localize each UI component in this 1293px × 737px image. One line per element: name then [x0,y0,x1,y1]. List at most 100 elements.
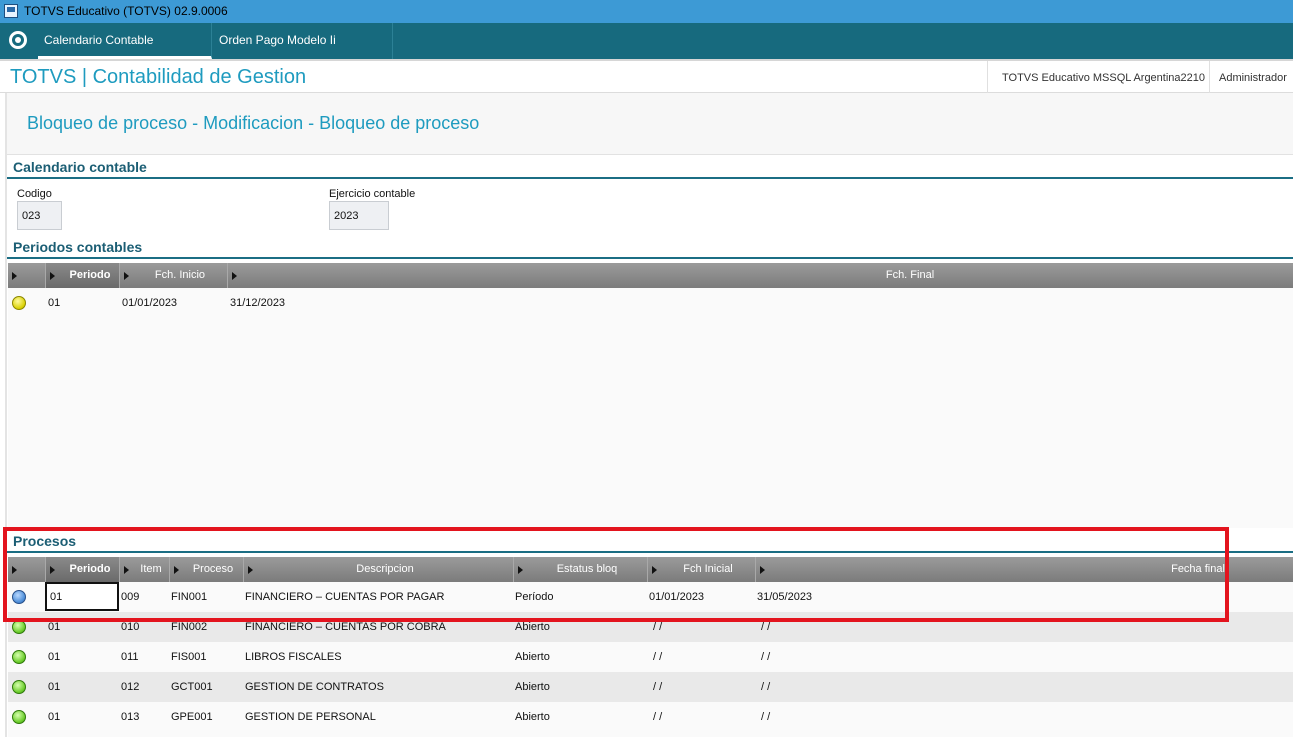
sort-arrow-icon [174,566,179,574]
cell-periodo: 01 [48,621,61,633]
section-title-procesos: Procesos [13,533,77,549]
cell-estatus: Abierto [515,651,550,663]
cell-periodo: 01 [50,591,63,603]
tab-orden-pago[interactable]: Orden Pago Modelo Ii [02.9.0006]× [213,23,393,81]
cell-item: 012 [121,681,140,693]
column-fch-final[interactable]: Fch. Final [227,263,1293,288]
column-periodo[interactable]: Periodo [45,263,119,288]
procesos-grid-header: Periodo Item Proceso Descripcion Estatus… [8,557,1293,582]
sort-arrow-icon [50,272,55,280]
cell-estatus: Abierto [515,621,550,633]
status-blue-icon [12,590,26,604]
status-green-icon [12,680,26,694]
app-brand: TOTVS | Contabilidad de Gestion [10,66,307,88]
table-row[interactable]: 01 011 FIS001 LIBROS FISCALES Abierto / … [8,642,1293,672]
window-title: TOTVS Educativo (TOTVS) 02.9.0006 [24,4,228,18]
sort-arrow-icon [12,272,17,280]
sort-arrow-icon [248,566,253,574]
status-green-icon [12,650,26,664]
tab-calendario-contable[interactable]: Calendario Contable [02.9.0034]× [38,23,212,81]
periodos-grid-header: Periodo Fch. Inicio Fch. Final [8,263,1293,288]
column-item[interactable]: Item [119,557,169,582]
column-periodo[interactable]: Periodo [45,557,119,582]
codigo-label: Codigo [17,188,52,200]
cell-proceso: FIS001 [171,651,207,663]
cell-item: 013 [121,711,140,723]
column-fch-inicial[interactable]: Fch Inicial [647,557,755,582]
periodos-grid-body: 01 01/01/2023 31/12/2023 [8,288,1293,528]
column-descripcion[interactable]: Descripcion [243,557,513,582]
sort-arrow-icon [124,566,129,574]
app-header: TOTVS | Contabilidad de Gestion TOTVS Ed… [0,59,1293,95]
sort-arrow-icon [12,566,17,574]
ejercicio-label: Ejercicio contable [329,188,416,200]
section-divider [7,257,1293,259]
cell-final: / / [761,711,771,723]
status-yellow-icon [12,296,26,310]
procesos-grid-body: 01 009 FIN001 FINANCIERO – CUENTAS POR P… [8,582,1293,737]
cell-estatus: Período [515,591,554,603]
cell-descripcion: GESTION DE PERSONAL [245,711,376,723]
cell-item: 010 [121,621,140,633]
status-green-icon [12,710,26,724]
cell-final: / / [761,651,771,663]
column-fch-inicio[interactable]: Fch. Inicio [119,263,227,288]
column-status[interactable] [8,557,45,582]
cell-inicio: 01/01/2023 [122,297,178,309]
column-proceso[interactable]: Proceso [169,557,243,582]
table-row[interactable]: 01 013 GPE001 GESTION DE PERSONAL Abiert… [8,702,1293,732]
cell-proceso: GCT001 [171,681,213,693]
cell-descripcion: GESTION DE CONTRATOS [245,681,384,693]
column-status[interactable] [8,263,45,288]
cell-inicial: / / [653,621,663,633]
table-row[interactable]: 01 01/01/2023 31/12/2023 [8,288,1293,318]
user-label[interactable]: Administrador [1209,61,1293,95]
cell-proceso: FIN001 [171,591,208,603]
app-icon [4,4,18,18]
cell-descripcion: FINANCIERO – CUENTAS POR PAGAR [245,591,445,603]
column-fecha-final[interactable]: Fecha final [755,557,1293,582]
page-title: Bloqueo de proceso - Modificacion - Bloq… [27,113,480,133]
table-row[interactable]: 01 010 FIN002 FINANCIERO – CUENTAS POR C… [8,612,1293,642]
sort-arrow-icon [232,272,237,280]
sort-arrow-icon [760,566,765,574]
section-title-calendario: Calendario contable [13,159,147,175]
cell-proceso: GPE001 [171,711,213,723]
sort-arrow-icon [652,566,657,574]
cell-estatus: Abierto [515,681,550,693]
sort-arrow-icon [124,272,129,280]
section-divider [7,551,1293,553]
content-border [5,93,7,737]
tab-bar: Calendario Contable [02.9.0034]× Orden P… [0,23,1293,81]
ejercicio-field[interactable]: 2023 [329,201,389,230]
cell-item: 011 [121,651,139,663]
environment-label[interactable]: TOTVS Educativo MSSQL Argentina2210 [987,61,1219,95]
cell-proceso: FIN002 [171,621,208,633]
cell-final: 31/05/2023 [757,591,813,603]
cell-periodo: 01 [48,297,61,309]
section-divider [7,177,1293,179]
cell-descripcion: FINANCIERO – CUENTAS POR COBRA [245,621,446,633]
cell-final: / / [761,621,771,633]
cell-descripcion: LIBROS FISCALES [245,651,342,663]
window-title-bar: TOTVS Educativo (TOTVS) 02.9.0006 [0,0,1293,23]
section-title-periodos: Periodos contables [13,239,143,255]
sort-arrow-icon [518,566,523,574]
table-row[interactable]: 01 009 FIN001 FINANCIERO – CUENTAS POR P… [8,582,1293,612]
sort-arrow-icon [50,566,55,574]
cell-inicial: 01/01/2023 [649,591,705,603]
cell-estatus: Abierto [515,711,550,723]
cell-inicial: / / [653,681,663,693]
cell-inicial: / / [653,651,663,663]
page-title-area: Bloqueo de proceso - Modificacion - Bloq… [7,93,1293,155]
codigo-field[interactable]: 023 [17,201,62,230]
cell-inicial: / / [653,711,663,723]
cell-periodo: 01 [48,711,61,723]
table-row[interactable]: 01 012 GCT001 GESTION DE CONTRATOS Abier… [8,672,1293,702]
cell-final: 31/12/2023 [230,297,286,309]
cell-final: / / [761,681,771,693]
cell-periodo: 01 [48,681,61,693]
home-icon[interactable] [9,31,27,49]
column-estatus-bloq[interactable]: Estatus bloq [513,557,647,582]
status-green-icon [12,620,26,634]
